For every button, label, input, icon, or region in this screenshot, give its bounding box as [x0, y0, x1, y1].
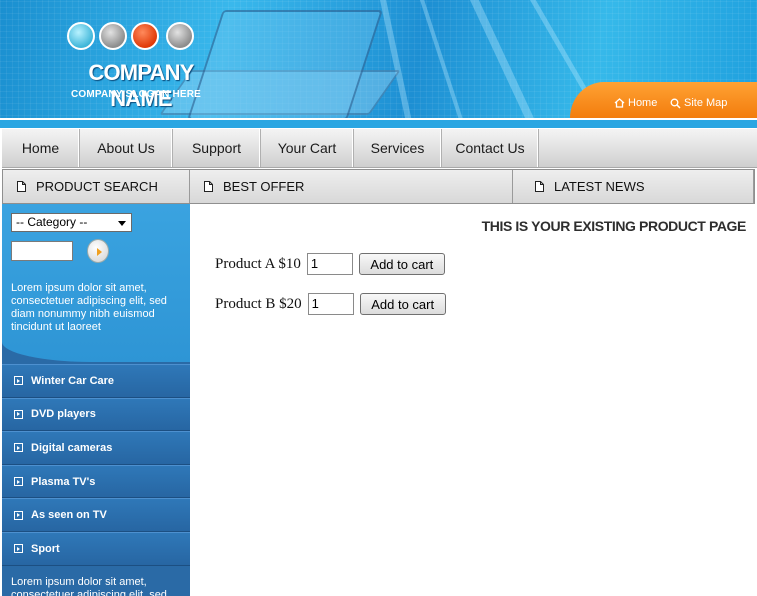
- category-label: As seen on TV: [31, 509, 107, 522]
- page-title: THIS IS YOUR EXISTING PRODUCT PAGE: [481, 218, 747, 234]
- company-name: COMPANY NAME: [88, 60, 194, 111]
- nav-about-us[interactable]: About Us: [80, 129, 173, 167]
- magnifier-icon: [670, 98, 681, 109]
- document-icon: [17, 181, 26, 192]
- site-header: COMPANY NAME COMPANY SLOGAN HERE Home Si…: [0, 0, 757, 128]
- category-label: Digital cameras: [31, 441, 113, 454]
- main-navigation: Home About Us Support Your Cart Services…: [2, 128, 757, 168]
- top-link-home[interactable]: Home: [614, 97, 657, 109]
- bullet-arrow-icon: [14, 544, 23, 554]
- bullet-arrow-icon: [14, 376, 23, 386]
- section-product-search-label: PRODUCT SEARCH: [36, 179, 158, 194]
- bullet-arrow-icon: [14, 477, 23, 487]
- play-arrow-icon: [97, 248, 102, 256]
- house-icon: [614, 98, 625, 108]
- category-sport[interactable]: Sport: [2, 531, 190, 566]
- bullet-arrow-icon: [14, 510, 23, 520]
- category-digital-cameras[interactable]: Digital cameras: [2, 431, 190, 465]
- category-label: Winter Car Care: [31, 374, 115, 387]
- category-plasma-tvs[interactable]: Plasma TV's: [2, 464, 190, 499]
- category-label: DVD players: [31, 408, 96, 421]
- search-go-button[interactable]: [87, 239, 109, 263]
- sidebar: -- Category -- Lorem ipsum dolor sit ame…: [2, 204, 190, 596]
- nav-contact-us[interactable]: Contact Us: [442, 129, 539, 167]
- category-dvd-players[interactable]: DVD players: [2, 397, 190, 432]
- nav-services[interactable]: Services: [354, 129, 442, 167]
- product-label: Product B $20: [215, 295, 302, 312]
- bullet-arrow-icon: [14, 409, 23, 419]
- chevron-down-icon: [118, 221, 126, 226]
- document-icon: [204, 181, 213, 192]
- quantity-input[interactable]: 1: [307, 293, 354, 315]
- section-header-bar: PRODUCT SEARCH BEST OFFER LATEST NEWS: [2, 169, 755, 204]
- bullet-arrow-icon: [14, 443, 23, 453]
- category-label: Plasma TV's: [31, 475, 96, 488]
- nav-your-cart[interactable]: Your Cart: [261, 129, 354, 167]
- category-label: Sport: [31, 542, 60, 555]
- logo-circle-grey: [166, 22, 194, 50]
- section-product-search: PRODUCT SEARCH: [3, 170, 190, 203]
- section-best-offer-label: BEST OFFER: [223, 179, 305, 194]
- quantity-input[interactable]: 1: [306, 253, 353, 275]
- product-row: Product B $20 1 Add to cart: [215, 293, 446, 315]
- sidebar-lorem-text-bottom: Lorem ipsum dolor sit amet, consectetuer…: [11, 576, 167, 596]
- logo-circle-red: [131, 22, 159, 50]
- nav-home[interactable]: Home: [2, 129, 80, 167]
- search-input[interactable]: [11, 241, 73, 261]
- section-best-offer: BEST OFFER: [190, 170, 513, 203]
- add-to-cart-button[interactable]: Add to cart: [358, 253, 445, 275]
- top-link-home-label: Home: [628, 97, 658, 109]
- logo-circle-grey: [99, 22, 127, 50]
- header-bottom-strip: [0, 118, 757, 128]
- top-link-site-map-label: Site Map: [684, 97, 728, 109]
- add-to-cart-button[interactable]: Add to cart: [359, 293, 446, 315]
- sidebar-lorem-text: Lorem ipsum dolor sit amet, consectetuer…: [11, 282, 167, 333]
- category-winter-car-care[interactable]: Winter Car Care: [2, 364, 190, 398]
- category-list: Winter Car Care DVD players Digital came…: [2, 364, 190, 566]
- section-latest-news: LATEST NEWS: [513, 170, 754, 203]
- top-links-bar: [570, 82, 757, 120]
- category-as-seen-on-tv[interactable]: As seen on TV: [2, 498, 190, 532]
- nav-support[interactable]: Support: [173, 129, 261, 167]
- company-slogan: COMPANY SLOGAN HERE: [70, 89, 202, 100]
- product-row: Product A $10 1 Add to cart: [215, 253, 445, 275]
- section-latest-news-label: LATEST NEWS: [554, 179, 645, 194]
- product-label: Product A $10: [215, 255, 301, 272]
- category-select-value: -- Category --: [16, 215, 88, 229]
- category-select[interactable]: -- Category --: [11, 213, 132, 232]
- top-link-site-map[interactable]: Site Map: [670, 97, 727, 109]
- document-icon: [535, 181, 544, 192]
- logo-circle-cyan: [67, 22, 95, 50]
